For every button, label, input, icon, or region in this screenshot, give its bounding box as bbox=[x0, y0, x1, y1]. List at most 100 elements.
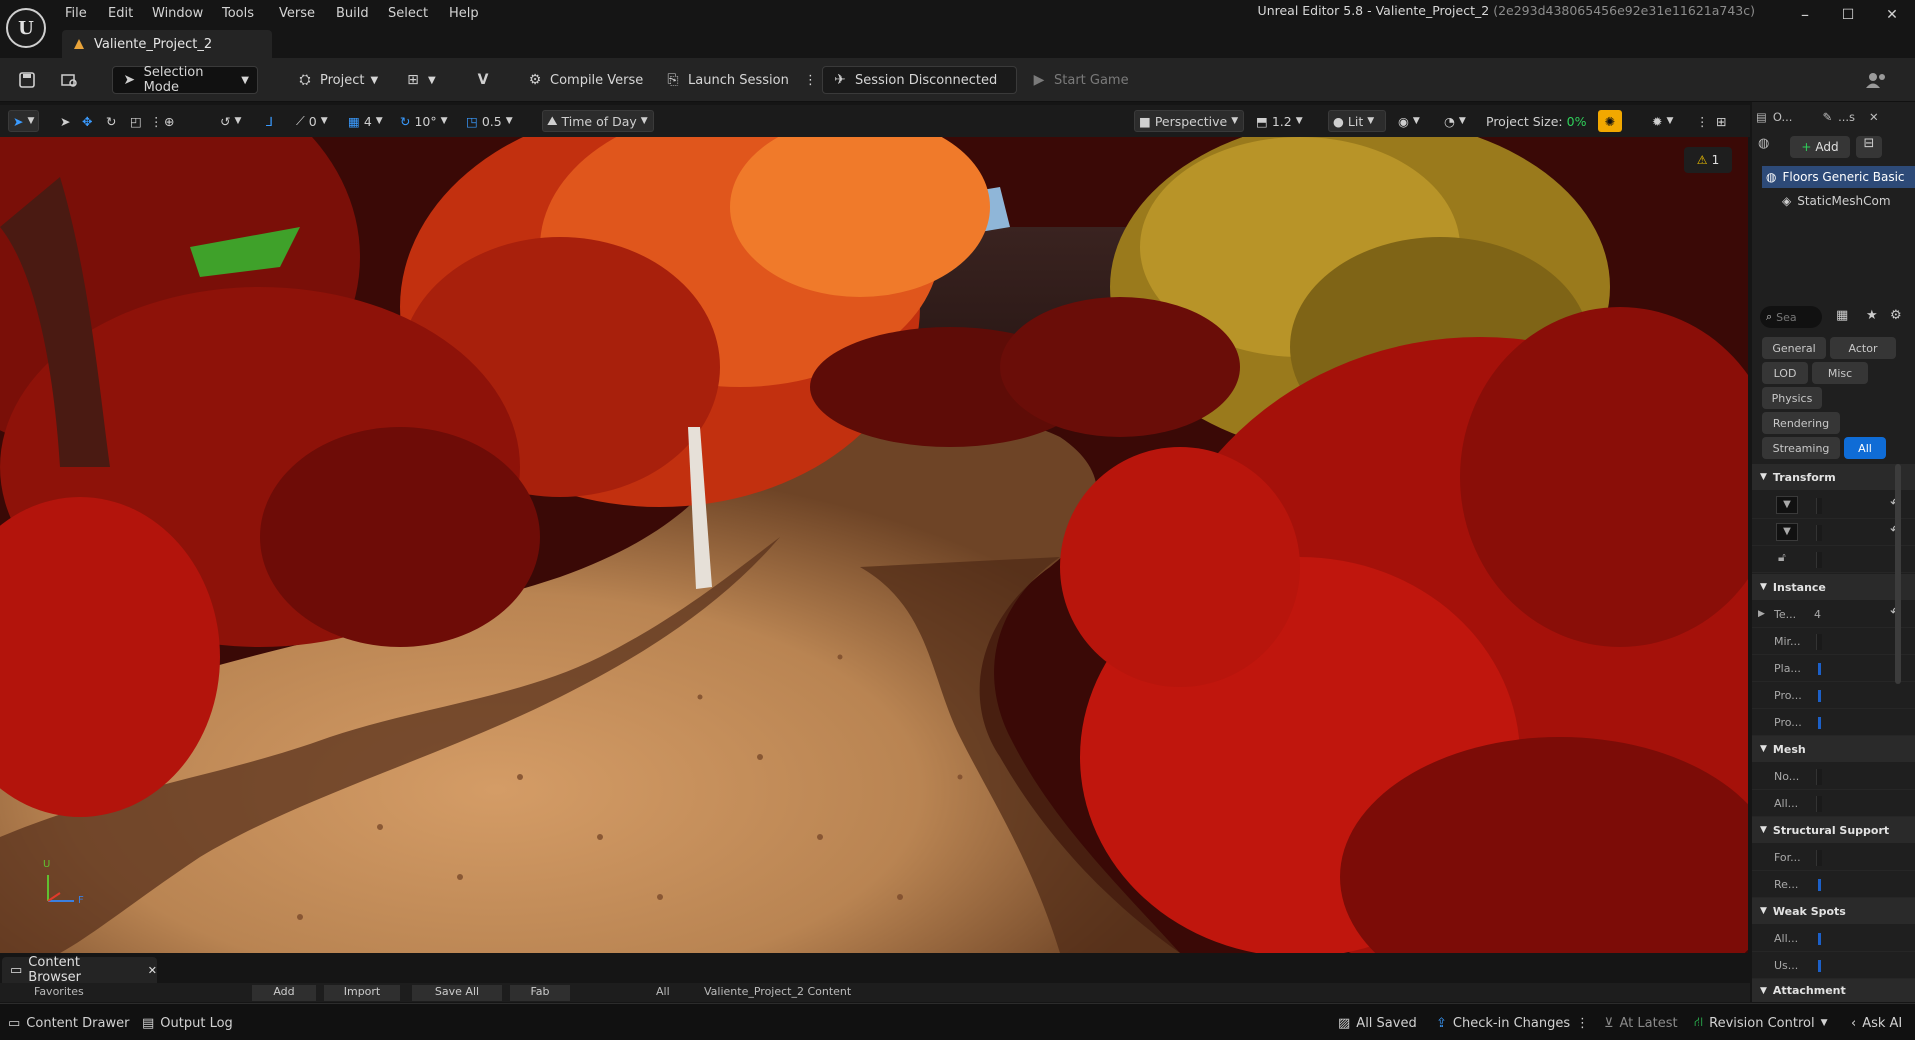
session-status-button[interactable]: ✈ Session Disconnected bbox=[822, 66, 1017, 94]
section-mesh[interactable]: ▼ Mesh bbox=[1752, 736, 1915, 762]
selection-mode-dropdown[interactable]: ➤ Selection Mode ▼ bbox=[112, 65, 258, 95]
favorites-label[interactable]: Favorites bbox=[34, 985, 84, 998]
minimize-button[interactable]: – bbox=[1790, 4, 1820, 26]
filter-lod[interactable]: LOD bbox=[1762, 362, 1808, 384]
outliner-tab[interactable]: O... bbox=[1773, 110, 1793, 124]
all-saved-button[interactable]: ▨ All Saved bbox=[1338, 1014, 1417, 1032]
output-log-button[interactable]: ▤ Output Log bbox=[142, 1014, 233, 1032]
content-browser-tab[interactable]: ▭ Content Browser ✕ bbox=[2, 955, 157, 985]
mesh-prop[interactable]: All... bbox=[1752, 790, 1915, 817]
document-tab[interactable]: Valiente_Project_2 bbox=[62, 30, 272, 58]
settings-gear-icon[interactable]: ⚙ bbox=[1890, 308, 1902, 323]
add-component-button[interactable]: + Add bbox=[1790, 136, 1850, 158]
breadcrumb-project-content[interactable]: Valiente_Project_2 Content bbox=[704, 985, 851, 998]
section-instance[interactable]: ▼ Instance bbox=[1752, 574, 1915, 600]
outliner-item-selected[interactable]: ◍ Floors Generic Basic bbox=[1762, 166, 1915, 188]
section-weak-spots[interactable]: ▼ Weak Spots bbox=[1752, 898, 1915, 924]
section-structural-support[interactable]: ▼ Structural Support bbox=[1752, 817, 1915, 843]
cb-save-all-button[interactable]: Save All bbox=[412, 985, 502, 1001]
menu-file[interactable]: File bbox=[65, 6, 87, 21]
ask-ai-button[interactable]: ‹ Ask AI bbox=[1851, 1014, 1902, 1032]
save-icon[interactable] bbox=[10, 66, 44, 94]
launch-session-button[interactable]: ⎘ Launch Session bbox=[656, 66, 797, 94]
select-icon[interactable]: ➤ bbox=[56, 110, 74, 132]
rotation-snap-dropdown[interactable]: ⟋ 0 ▼ bbox=[292, 110, 332, 132]
maximize-button[interactable]: ☐ bbox=[1833, 4, 1863, 26]
select-tool-dropdown[interactable]: ➤ ▼ bbox=[8, 110, 40, 132]
close-button[interactable]: ✕ bbox=[1877, 4, 1907, 26]
blueprint-icon[interactable]: ⊟ bbox=[1856, 136, 1882, 158]
check-in-button[interactable]: ⇪ Check-in Changes bbox=[1436, 1014, 1570, 1032]
level-viewport[interactable]: ⚠ 1 U F bbox=[0, 137, 1748, 953]
at-latest-status[interactable]: ⊻ At Latest bbox=[1604, 1014, 1678, 1032]
performance-dropdown[interactable]: ◔ ▼ bbox=[1440, 110, 1470, 132]
show-flags-dropdown[interactable]: ◉ ▼ bbox=[1394, 110, 1424, 132]
table-view-icon[interactable]: ▦ bbox=[1836, 308, 1848, 323]
content-icon[interactable] bbox=[52, 66, 86, 94]
structural-prop[interactable]: For... bbox=[1752, 844, 1915, 871]
view-mode-dropdown[interactable]: ● Lit ▼ bbox=[1328, 110, 1386, 132]
filter-all[interactable]: All bbox=[1844, 437, 1886, 459]
weak-spots-prop[interactable]: Us... bbox=[1752, 952, 1915, 979]
section-attachment[interactable]: ▼ Attachment bbox=[1752, 979, 1915, 1002]
filter-general[interactable]: General bbox=[1762, 337, 1826, 359]
scale-snap-dropdown[interactable]: ◳ 0.5 ▼ bbox=[462, 110, 517, 132]
cb-add-button[interactable]: Add bbox=[252, 985, 316, 1001]
start-game-button[interactable]: ▶ Start Game bbox=[1022, 66, 1137, 94]
details-tab[interactable]: ...s bbox=[1838, 110, 1855, 124]
filter-actor[interactable]: Actor bbox=[1830, 337, 1896, 359]
warning-badge[interactable]: ⚠ 1 bbox=[1684, 147, 1732, 173]
weak-spots-prop[interactable]: All... bbox=[1752, 925, 1915, 952]
location-dropdown[interactable]: ▼ bbox=[1776, 496, 1798, 514]
menu-select[interactable]: Select bbox=[388, 6, 428, 21]
realtime-icon[interactable]: ✺ bbox=[1598, 110, 1622, 132]
users-icon[interactable] bbox=[1856, 66, 1898, 94]
filter-physics[interactable]: Physics bbox=[1762, 387, 1822, 409]
filter-misc[interactable]: Misc bbox=[1812, 362, 1868, 384]
instance-prop[interactable]: Pla... bbox=[1752, 655, 1915, 682]
settings-dropdown[interactable]: ✹ ▼ bbox=[1648, 110, 1677, 132]
perspective-dropdown[interactable]: ■ Perspective ▼ bbox=[1134, 110, 1244, 132]
transform-row-rotation[interactable]: ▼ ↶ bbox=[1752, 519, 1915, 546]
more-options-icon[interactable]: ⋮ bbox=[796, 66, 825, 94]
status-more-icon[interactable]: ⋮ bbox=[1576, 1014, 1589, 1032]
world-local-icon[interactable]: ⊕ bbox=[160, 110, 178, 132]
revision-control-dropdown[interactable]: ⛙ Revision Control ▼ bbox=[1694, 1014, 1828, 1032]
instance-prop[interactable]: Mir... bbox=[1752, 628, 1915, 655]
layout-icon[interactable]: ⊞ bbox=[1712, 110, 1730, 132]
surface-snap-dropdown[interactable]: ↺ ▼ bbox=[216, 110, 245, 132]
breadcrumb-all[interactable]: All bbox=[656, 985, 670, 998]
menu-edit[interactable]: Edit bbox=[108, 6, 133, 21]
menu-window[interactable]: Window bbox=[152, 6, 203, 21]
snap-icon[interactable]: ⅃ bbox=[262, 110, 277, 132]
menu-tools[interactable]: Tools bbox=[222, 6, 254, 21]
transform-row-location[interactable]: ▼ ↶ bbox=[1752, 492, 1915, 519]
instance-prop[interactable]: Pro... bbox=[1752, 682, 1915, 709]
close-tab-icon[interactable]: ✕ bbox=[148, 964, 157, 977]
close-panel-icon[interactable]: ✕ bbox=[1869, 110, 1879, 124]
filter-rendering[interactable]: Rendering bbox=[1762, 412, 1840, 434]
rotate-icon[interactable]: ↻ bbox=[102, 110, 120, 132]
lock-icon[interactable]: 🔓︎ bbox=[1778, 550, 1786, 565]
cb-fab-button[interactable]: Fab bbox=[510, 985, 570, 1001]
time-of-day-dropdown[interactable]: ⛰ Time of Day ▼ bbox=[542, 110, 654, 132]
menu-help[interactable]: Help bbox=[449, 6, 479, 21]
details-scrollbar[interactable] bbox=[1895, 464, 1901, 684]
structural-prop[interactable]: Re... bbox=[1752, 871, 1915, 898]
project-dropdown[interactable]: ⛭ Project ▼ bbox=[288, 66, 386, 94]
actor-icon[interactable]: ◍ bbox=[1758, 136, 1780, 158]
verse-button[interactable]: V bbox=[466, 66, 500, 94]
mesh-prop[interactable]: No... bbox=[1752, 763, 1915, 790]
compile-verse-button[interactable]: ⚙ Compile Verse bbox=[518, 66, 651, 94]
filter-streaming[interactable]: Streaming bbox=[1762, 437, 1840, 459]
unreal-logo-icon[interactable]: U bbox=[6, 8, 46, 48]
details-search-input[interactable]: ⌕ Sea bbox=[1760, 306, 1822, 328]
scale-icon[interactable]: ◰ bbox=[126, 110, 146, 132]
camera-speed-dropdown[interactable]: ⬒ 1.2 ▼ bbox=[1252, 110, 1307, 132]
section-transform[interactable]: ▼ Transform bbox=[1752, 464, 1915, 490]
rotation-dropdown[interactable]: ▼ bbox=[1776, 523, 1798, 541]
viewport-options-icon[interactable]: ⋮ bbox=[1692, 110, 1713, 132]
menu-build[interactable]: Build bbox=[336, 6, 369, 21]
instance-prop[interactable]: Pro... bbox=[1752, 709, 1915, 736]
grid-snap-dropdown[interactable]: ▦ 4 ▼ bbox=[344, 110, 387, 132]
